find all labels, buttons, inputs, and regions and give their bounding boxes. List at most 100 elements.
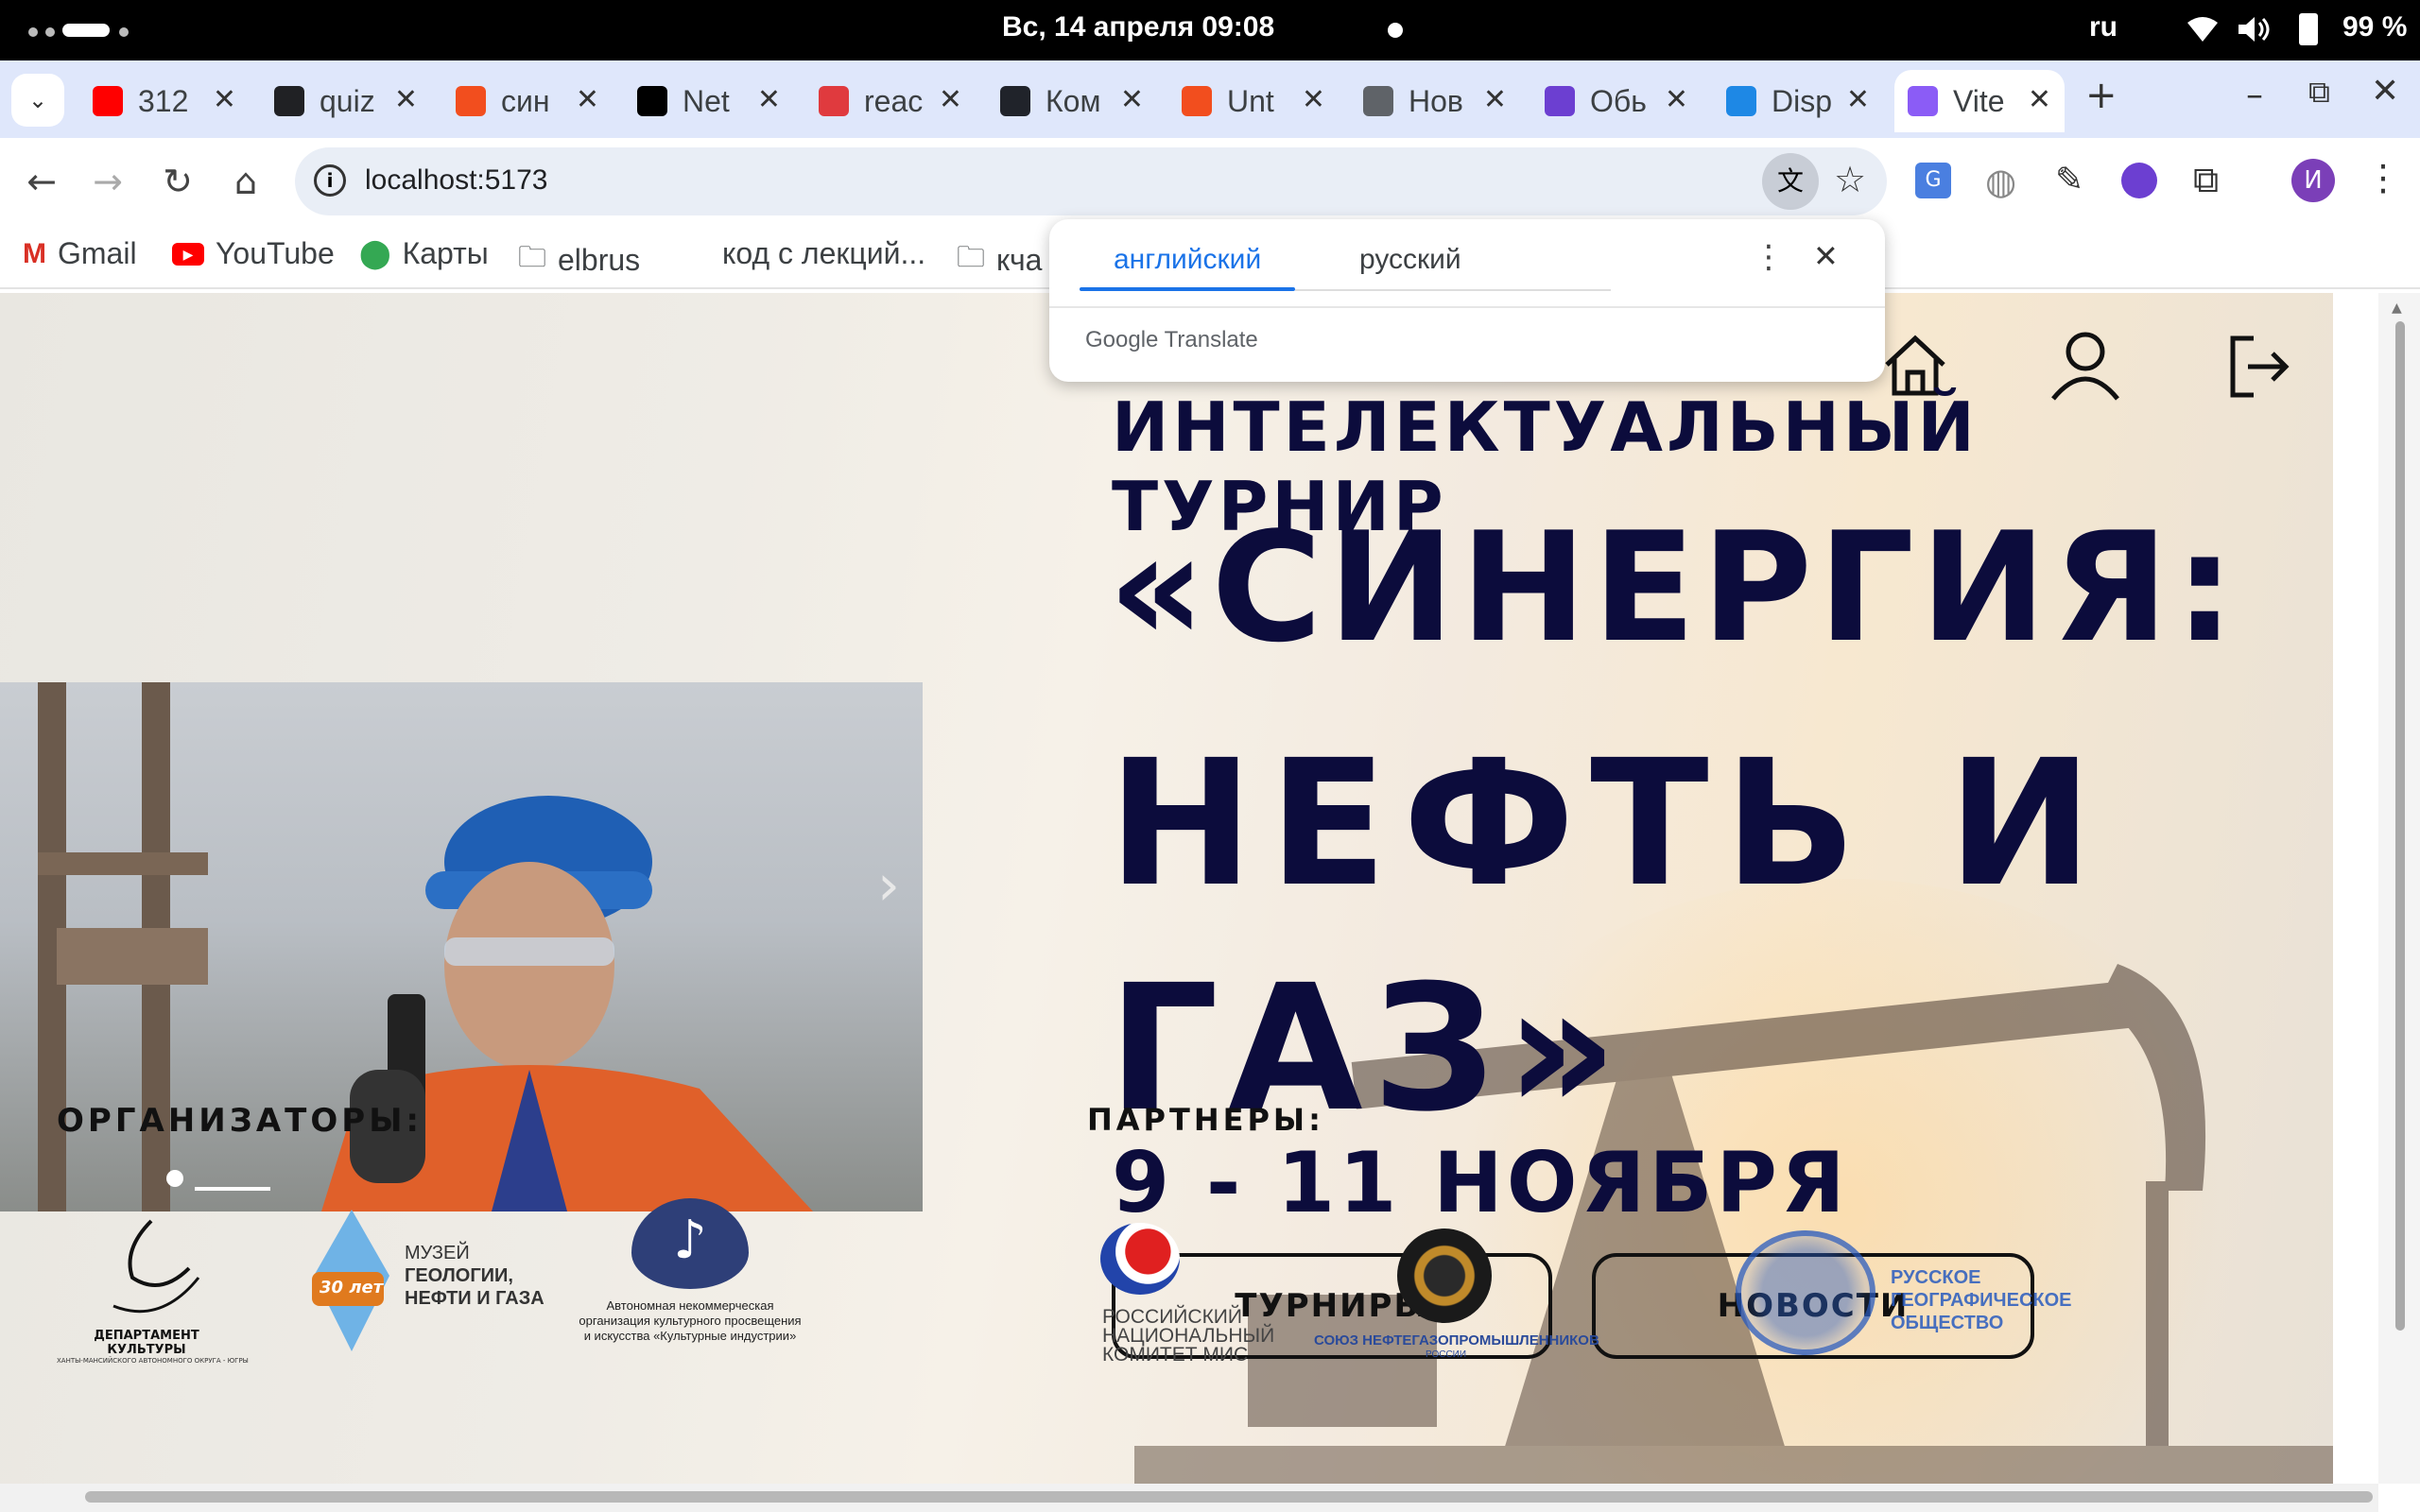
carousel-dot[interactable] — [166, 1170, 183, 1187]
bookmark-folder-kcha[interactable]: 🗀 кча — [957, 236, 1042, 284]
horizontal-scroll-thumb[interactable] — [85, 1491, 2373, 1503]
close-window-icon[interactable]: ✕ — [2371, 72, 2399, 111]
app-icon — [274, 86, 304, 116]
bookmark-gmail[interactable]: M Gmail — [23, 236, 137, 271]
translate-page-icon[interactable]: 文 — [1762, 153, 1819, 210]
status-dots-icon — [28, 23, 129, 41]
bookmark-label: Gmail — [58, 236, 137, 270]
google-translate-brand: Google Translate — [1085, 327, 1258, 352]
tab-close-icon[interactable]: ✕ — [939, 83, 962, 116]
tab-close-icon[interactable]: ✕ — [1846, 83, 1870, 116]
translate-divider — [1049, 306, 1885, 308]
tab-close-icon[interactable]: ✕ — [394, 83, 418, 116]
extensions-puzzle-icon[interactable]: ⧉ — [2193, 159, 2219, 201]
translate-options-icon[interactable]: ⋮ — [1753, 238, 1785, 276]
rnk-line1: РОССИЙСКИЙ — [1102, 1306, 1242, 1328]
forward-button[interactable]: → — [85, 159, 130, 204]
bookmark-maps[interactable]: ⬤ Карты — [359, 236, 489, 271]
rnk-line3: КОМИТЕТ МИС — [1102, 1344, 1249, 1366]
tab-close-icon[interactable]: ✕ — [213, 83, 236, 116]
carousel-indicator[interactable] — [195, 1187, 270, 1191]
tab-5[interactable]: Ком ✕ — [987, 70, 1157, 132]
react-icon — [1000, 86, 1030, 116]
reload-button[interactable]: ↻ — [155, 159, 200, 204]
union-oil-gas-logo-icon — [1397, 1228, 1492, 1323]
vertical-scrollbar[interactable]: ▲ — [2378, 293, 2420, 1484]
bookmark-label: YouTube — [216, 236, 335, 270]
tab-title: Vite — [1953, 83, 2005, 118]
translate-source-lang[interactable]: английский — [1114, 244, 1261, 276]
hero-dates: 9 - 11 НОЯБРЯ — [1112, 1134, 1849, 1231]
carousel-next-icon[interactable]: › — [877, 852, 900, 919]
bookmark-label: Карты — [402, 236, 489, 270]
profile-avatar[interactable]: И — [2291, 159, 2335, 202]
status-dot-icon — [1388, 23, 1403, 38]
tab-10[interactable]: Vite ✕ — [1894, 70, 2065, 132]
system-status-bar: Вс, 14 апреля 09:08 ru 99 % — [0, 0, 2420, 60]
tab-close-icon[interactable]: ✕ — [1665, 83, 1688, 116]
figma-icon — [456, 86, 486, 116]
battery-icon — [2299, 13, 2318, 45]
more-menu-icon[interactable]: ⋮ — [2365, 157, 2401, 198]
tab-6[interactable]: Unt ✕ — [1168, 70, 1339, 132]
rnk-text: РОССИЙСКИЙ НАЦИОНАЛЬНЫЙ КОМИТЕТ МИС — [1102, 1306, 1274, 1366]
pen-extension-icon[interactable]: ✎ — [2055, 161, 2083, 199]
tab-8[interactable]: Обь ✕ — [1531, 70, 1702, 132]
globe-extension-icon[interactable]: ◍ — [1985, 161, 2016, 202]
tab-close-icon[interactable]: ✕ — [1483, 83, 1507, 116]
tab-close-icon[interactable]: ✕ — [1302, 83, 1325, 116]
translate-target-lang[interactable]: русский — [1359, 244, 1461, 276]
tab-3[interactable]: Net ✕ — [624, 70, 794, 132]
assistant-extension-icon[interactable] — [2121, 163, 2157, 198]
horizontal-scrollbar[interactable] — [0, 1484, 2378, 1512]
back-button[interactable]: ← — [19, 159, 64, 204]
translate-close-icon[interactable]: ✕ — [1813, 238, 1839, 274]
tab-title: Ком — [1046, 83, 1101, 118]
toolbar: ← → ↻ ⌂ i localhost:5173 文 ☆ G ◍ ✎ ⧉ И ⋮ — [0, 138, 2420, 225]
tab-search-button[interactable]: ⌄ — [11, 74, 64, 127]
site-info-icon[interactable]: i — [314, 164, 346, 197]
bookmark-folder-elbrus[interactable]: 🗀 elbrus — [518, 236, 640, 284]
tab-title: Net — [683, 83, 730, 118]
tab-4[interactable]: reac ✕ — [805, 70, 976, 132]
restore-icon[interactable]: ⧉ — [2308, 74, 2330, 111]
app-icon — [1726, 86, 1756, 116]
museum-anniversary-badge: 30 лет — [320, 1278, 384, 1297]
tab-close-icon[interactable]: ✕ — [2028, 83, 2051, 116]
ano-line3: и искусства «Культурные индустрии» — [583, 1329, 797, 1343]
partners-heading: ПАРТНЕРЫ: — [1087, 1102, 1324, 1138]
tab-close-icon[interactable]: ✕ — [757, 83, 781, 116]
figma-icon — [1182, 86, 1212, 116]
address-bar[interactable]: i localhost:5173 文 ☆ — [295, 147, 1887, 215]
tab-1[interactable]: quiz ✕ — [261, 70, 431, 132]
tab-title: reac — [864, 83, 924, 118]
scroll-up-arrow[interactable]: ▲ — [2392, 301, 2402, 316]
minimize-icon[interactable]: – — [2246, 76, 2263, 114]
tab-close-icon[interactable]: ✕ — [576, 83, 599, 116]
organizers-heading: ОРГАНИЗАТОРЫ: — [57, 1102, 424, 1140]
bookmark-lectures[interactable]: код с лекций... — [722, 236, 925, 271]
rgo-line2: ГЕОГРАФИЧЕСКОЕ — [1891, 1290, 2072, 1311]
tab-close-icon[interactable]: ✕ — [1120, 83, 1144, 116]
bookmark-youtube[interactable]: ▶ YouTube — [172, 236, 335, 271]
volume-icon — [2237, 15, 2271, 47]
tab-9[interactable]: Disp ✕ — [1713, 70, 1883, 132]
translate-active-indicator — [1080, 287, 1295, 291]
tab-7[interactable]: Нов ✕ — [1350, 70, 1520, 132]
new-tab-button[interactable]: + — [2085, 74, 2118, 117]
rnk-logo-icon — [1100, 1223, 1180, 1295]
hero-title-line1: «СИНЕРГИЯ: — [1108, 499, 2241, 676]
url-text[interactable]: localhost:5173 — [365, 164, 547, 197]
tab-2[interactable]: син ✕ — [442, 70, 613, 132]
bookmark-star-icon[interactable]: ☆ — [1834, 159, 1866, 200]
vertical-scroll-thumb[interactable] — [2395, 321, 2405, 1331]
app-icon — [819, 86, 849, 116]
translate-tab-divider — [1295, 289, 1611, 291]
google-translate-extension-icon[interactable]: G — [1915, 163, 1951, 198]
dept-culture-emblem-icon — [112, 1219, 200, 1314]
gmail-icon: M — [23, 237, 46, 269]
lyre-logo-icon: ♪ — [631, 1198, 749, 1289]
home-button[interactable]: ⌂ — [223, 159, 268, 204]
tab-0[interactable]: 312 ✕ — [79, 70, 250, 132]
vite-icon — [1908, 86, 1938, 116]
